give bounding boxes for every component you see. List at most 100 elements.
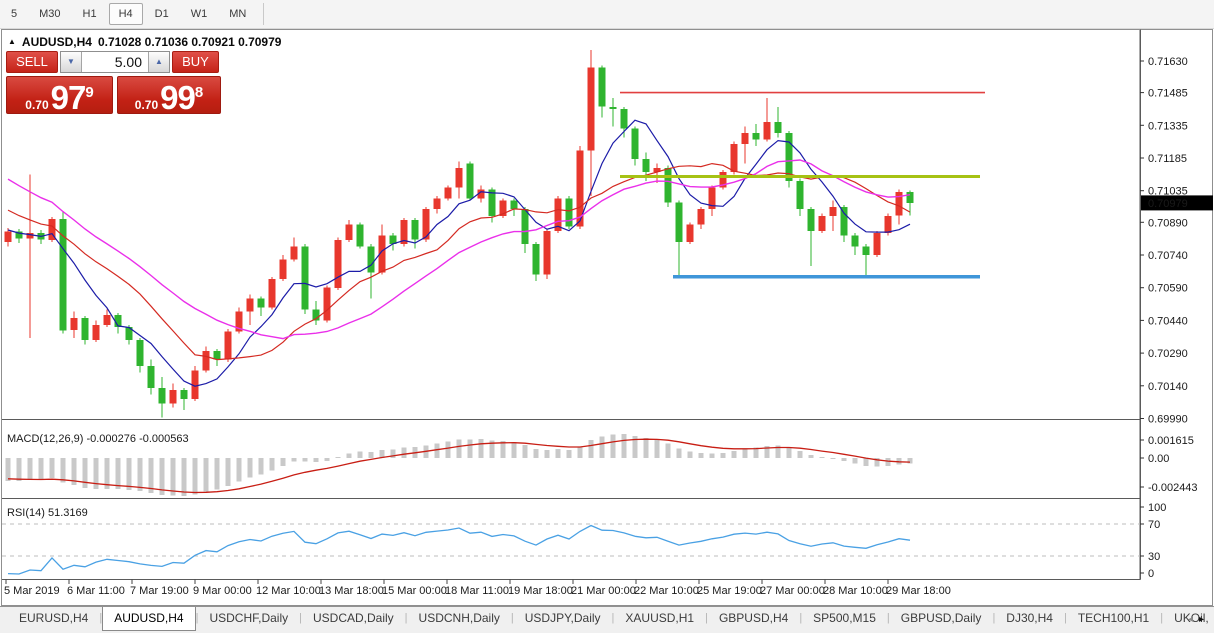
macd-bar: [820, 457, 825, 458]
macd-bar: [578, 447, 583, 458]
trading-terminal: 5M30H1H4D1W1MN 0.716300.714850.713350.71…: [0, 0, 1214, 633]
chart-title: ▲ AUDUSD,H4 0.71028 0.71036 0.70921 0.70…: [8, 35, 281, 49]
tab-dj30-h4[interactable]: DJ30,H4: [995, 607, 1064, 630]
macd-bar: [468, 439, 473, 458]
buy-price-box[interactable]: 0.70 99 8: [117, 76, 221, 114]
candle-body: [82, 318, 89, 340]
macd-bar: [545, 450, 550, 458]
tab-scroll-right-icon[interactable]: ▸: [1199, 614, 1210, 625]
macd-bar: [193, 458, 198, 494]
candle-body: [830, 207, 837, 216]
tab-usdcad-daily[interactable]: USDCAD,Daily: [302, 607, 405, 630]
date-axis-label: 21 Mar 00:00: [571, 585, 636, 597]
collapse-triangle-icon[interactable]: ▲: [8, 37, 16, 46]
tab-usdjpy-daily[interactable]: USDJPY,Daily: [514, 607, 612, 630]
tab-usdchf-daily[interactable]: USDCHF,Daily: [198, 607, 299, 630]
sell-price-box[interactable]: 0.70 97 9: [6, 76, 113, 114]
current-price-label: 0.70979: [1148, 198, 1188, 210]
tab-audusd-h4[interactable]: AUDUSD,H4: [102, 607, 195, 631]
candle-body: [632, 129, 639, 160]
macd-bar: [688, 452, 693, 459]
macd-bar: [512, 442, 517, 458]
rsi-axis-label: 100: [1148, 502, 1166, 514]
macd-bar: [314, 458, 319, 462]
sell-button[interactable]: SELL: [6, 51, 58, 73]
timeframe-mn[interactable]: MN: [219, 3, 256, 25]
date-axis[interactable]: 5 Mar 20196 Mar 11:007 Mar 19:009 Mar 00…: [4, 580, 951, 598]
candle-body: [566, 198, 573, 226]
macd-bar: [809, 455, 814, 458]
candle-body: [434, 198, 441, 209]
macd-bar: [666, 443, 671, 458]
candle-body: [643, 159, 650, 172]
tab-tech100-h1[interactable]: TECH100,H1: [1067, 607, 1160, 630]
candle-body: [665, 168, 672, 203]
macd-bar: [457, 439, 462, 458]
date-axis-label: 15 Mar 00:00: [382, 585, 447, 597]
macd-bar: [39, 458, 44, 480]
candle-body: [544, 231, 551, 275]
candle-body: [698, 209, 705, 224]
price-axis: 0.716300.714850.713350.711850.710350.708…: [1140, 30, 1198, 581]
timeframe-h4[interactable]: H4: [109, 3, 143, 25]
macd-bar: [226, 458, 231, 486]
macd-bar: [83, 458, 88, 488]
macd-bar: [567, 450, 572, 458]
date-axis-label: 6 Mar 11:00: [67, 585, 125, 597]
macd-bar: [358, 452, 363, 458]
tab-eurusd-h4[interactable]: EURUSD,H4: [8, 607, 99, 630]
macd-bar: [50, 458, 55, 478]
macd-bar: [259, 458, 264, 474]
candle-body: [280, 259, 287, 279]
macd-bar: [721, 453, 726, 458]
tab-sp500-m15[interactable]: SP500,M15: [802, 607, 887, 630]
price-axis-label: 0.70290: [1148, 348, 1188, 360]
candle-body: [687, 225, 694, 242]
candle-body: [71, 318, 78, 330]
candle-body: [258, 299, 265, 308]
tab-usdcnh-daily[interactable]: USDCNH,Daily: [408, 607, 511, 630]
macd-bar: [28, 458, 33, 480]
volume-decrease-icon[interactable]: ▼: [61, 52, 82, 72]
price-axis-label: 0.71185: [1148, 153, 1187, 165]
macd-bar: [138, 458, 143, 491]
macd-bar: [61, 458, 66, 483]
macd-bar: [182, 458, 187, 496]
tab-gbpusd-daily[interactable]: GBPUSD,Daily: [890, 607, 993, 630]
date-axis-label: 29 Mar 18:00: [886, 585, 951, 597]
candle-body: [225, 331, 232, 359]
date-axis-label: 22 Mar 10:00: [634, 585, 699, 597]
buy-button[interactable]: BUY: [172, 51, 219, 73]
tab-xauusd-h1[interactable]: XAUUSD,H1: [614, 607, 705, 630]
candle-body: [302, 246, 309, 309]
tab-gbpusd-h4[interactable]: GBPUSD,H4: [708, 607, 799, 630]
candle-body: [874, 233, 881, 255]
volume-increase-icon[interactable]: ▲: [148, 52, 169, 72]
volume-input[interactable]: 5.00: [82, 52, 148, 72]
timeframe-d1[interactable]: D1: [145, 3, 179, 25]
timeframe-w1[interactable]: W1: [181, 3, 218, 25]
tab-scroll-left-icon[interactable]: ◂: [1188, 614, 1199, 625]
timeframe-h1[interactable]: H1: [73, 3, 107, 25]
macd-bar: [886, 458, 891, 466]
candle-body: [610, 107, 617, 109]
candle-body: [368, 246, 375, 272]
date-axis-label: 12 Mar 10:00: [256, 585, 321, 597]
candle-body: [599, 68, 606, 107]
sell-price-prefix: 0.70: [25, 98, 48, 112]
candle-body: [203, 351, 210, 371]
macd-bar: [347, 453, 352, 458]
candle-body: [137, 340, 144, 366]
candle-body: [588, 68, 595, 151]
candle-body: [346, 225, 353, 240]
macd-bar: [479, 439, 484, 458]
rsi-axis-label: 70: [1148, 519, 1160, 531]
price-axis-label: 0.70590: [1148, 283, 1188, 295]
timeframe-m30[interactable]: M30: [29, 3, 70, 25]
macd-bar: [446, 442, 451, 458]
candle-body: [863, 246, 870, 255]
timeframe-5[interactable]: 5: [1, 3, 27, 25]
macd-bar: [600, 437, 605, 458]
macd-axis-label: 0.001615: [1148, 435, 1194, 447]
tab-scroll-arrows: ◂▸: [1188, 614, 1210, 625]
